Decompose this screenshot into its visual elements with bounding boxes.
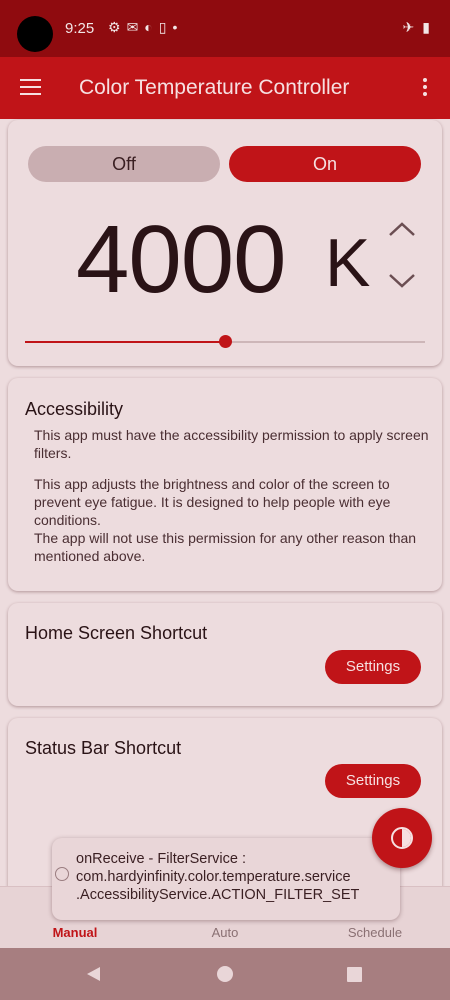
temperature-slider[interactable] [25, 335, 425, 348]
nav-schedule-label: Schedule [347, 925, 403, 940]
status-right-icons: ✈▮ [403, 19, 438, 36]
hamburger-icon[interactable] [20, 79, 41, 95]
toast-line-3: .AccessibilityService.ACTION_FILTER_SET [76, 887, 360, 903]
temperature-unit: K [325, 225, 371, 301]
chevron-down-icon[interactable] [388, 272, 416, 290]
accessibility-text-2: This app adjusts the brightness and colo… [34, 476, 391, 528]
system-navigation-bar [0, 948, 450, 1000]
status-time: 9:25 [65, 20, 95, 37]
gear-icon: ⚙ [108, 19, 127, 35]
status-shortcut-title: Status Bar Shortcut [25, 738, 182, 758]
off-button[interactable]: Off [28, 146, 220, 182]
camera-cutout [17, 16, 53, 52]
accessibility-text-1: This app must have the accessibility per… [34, 427, 429, 461]
contrast-icon [391, 827, 413, 849]
temperature-control-card: Off On 4000 K [8, 120, 442, 366]
app-bar: Color Temperature Controller [0, 57, 450, 119]
accessibility-title: Accessibility [25, 399, 124, 419]
back-icon[interactable] [87, 967, 100, 981]
slider-thumb[interactable] [219, 335, 232, 348]
on-button[interactable]: On [229, 146, 421, 182]
gmail-icon: ✉ [126, 19, 145, 35]
filter-fab-button[interactable] [372, 808, 432, 868]
page-title: Color Temperature Controller [79, 76, 350, 99]
chevron-up-icon[interactable] [388, 220, 416, 238]
toast-line-2: com.hardyinfinity.color.temperature.serv… [76, 869, 351, 885]
home-shortcut-settings-button[interactable]: Settings [325, 650, 421, 684]
toast-message: onReceive - FilterService : com.hardyinf… [52, 838, 400, 920]
status-bar: 9:25 ⚙✉◐▯• ✈▮ [0, 0, 450, 57]
status-left-icons: ⚙✉◐▯• [108, 19, 183, 36]
airplane-icon: ✈ [402, 19, 423, 35]
home-shortcut-title: Home Screen Shortcut [25, 623, 208, 643]
recents-icon[interactable] [347, 967, 362, 982]
more-vert-icon[interactable] [422, 78, 428, 99]
status-shortcut-settings-button[interactable]: Settings [325, 764, 421, 798]
slider-fill [25, 341, 225, 343]
accessibility-card: Accessibility This app must have the acc… [8, 378, 442, 591]
toast-line-1: onReceive - FilterService : [76, 851, 247, 867]
app-icon [55, 867, 69, 881]
dot-icon: • [172, 19, 184, 35]
toast-text: onReceive - FilterService : com.hardyinf… [76, 850, 398, 904]
accessibility-text-3: The app will not use this permission for… [34, 530, 417, 564]
home-icon[interactable] [217, 966, 233, 982]
contrast-icon: ◐ [144, 19, 159, 35]
temperature-value: 4000 [76, 206, 287, 313]
sim-icon: ▯ [158, 19, 173, 35]
home-shortcut-card: Home Screen Shortcut Settings [8, 603, 442, 706]
nav-manual-label: Manual [52, 925, 98, 940]
nav-auto-label: Auto [211, 925, 239, 940]
battery-icon: ▮ [422, 19, 438, 35]
